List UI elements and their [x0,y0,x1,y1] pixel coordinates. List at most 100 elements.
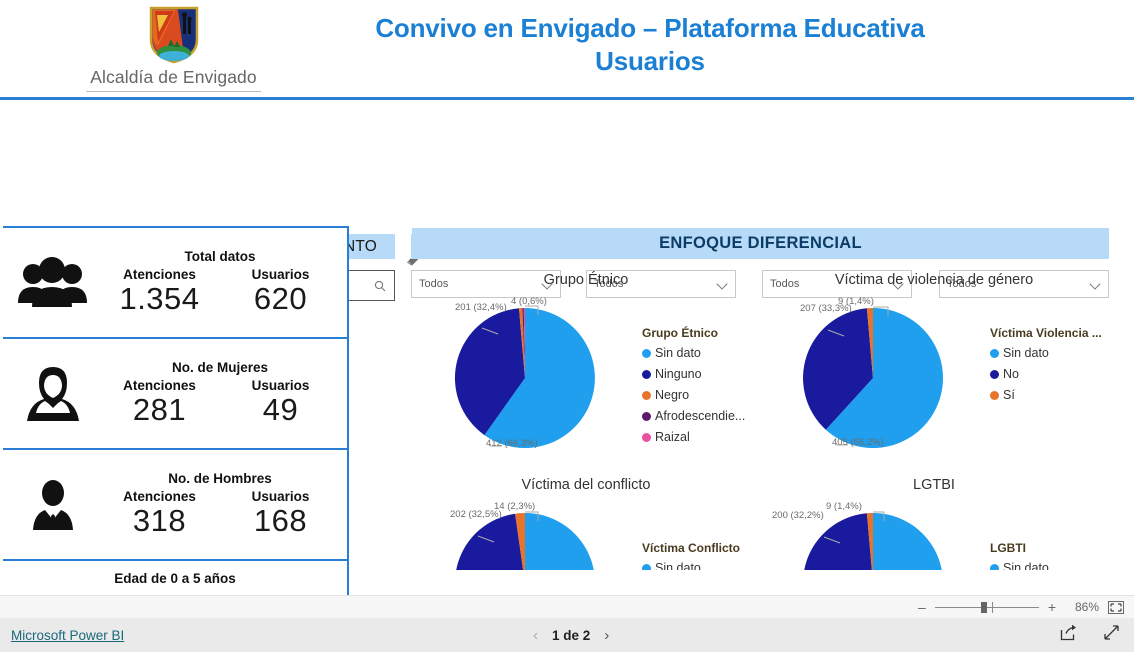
legend-item[interactable]: Raizal [642,430,754,444]
zoom-slider-thumb[interactable] [980,602,987,613]
chart-legend: LGBTI Sin dato [990,541,1102,570]
kpi-title: No. de Mujeres [171,359,269,375]
legend-item[interactable]: Negro [642,388,754,402]
zoom-toolbar: – + 86% [0,595,1134,618]
pie-chart-svg[interactable] [430,298,620,458]
legend-color-swatch [990,348,999,358]
kpi-metric-label: Usuarios [251,488,310,504]
page-navigation: ‹ 1 de 2 › [533,627,609,644]
search-icon [374,280,386,292]
legend-item[interactable]: No [990,367,1102,381]
kpi-card-hombres[interactable]: No. de Hombres Atenciones 318 Usuarios 1… [3,448,347,559]
page-title: Convivo en Envigado – Plataforma Educati… [300,12,1000,79]
alcaldia-logo: Alcaldía de Envigado [86,6,261,94]
legend-item[interactable]: Sí [990,388,1102,402]
legend-color-swatch [990,563,999,570]
fullscreen-icon[interactable] [1103,624,1120,646]
legend-label: Raizal [655,430,690,444]
kpi-body: Total datos Atenciones 1.354 Usuarios 62… [99,249,347,317]
legend-color-swatch [990,369,999,379]
kpi-metric-value: 318 [132,502,187,538]
page-indicator: 1 de 2 [552,627,591,643]
pie-area: 207 (33,3%) 9 (1,4%) 405 (65,2%) Víctima… [760,288,1108,456]
report-header: Alcaldía de Envigado Convivo en Envigado… [0,0,1134,100]
share-icon[interactable] [1060,624,1077,646]
kpi-metric-atenciones: Atenciones 281 [99,378,220,428]
data-label-no: 200 (32,2%) [772,510,824,521]
chart-lgtbi[interactable]: LGTBI 200 (32,2%) 9 (1,4%) LGBTI Sin dat… [760,470,1108,570]
kpi-metric-usuarios: Usuarios 168 [220,489,341,539]
legend-label: Ninguno [655,367,702,381]
data-label-sin-dato: 412 (66,3%) [486,438,538,449]
data-label-ninguno: 201 (32,4%) [455,302,507,313]
kpi-metric-label: Atenciones [123,488,196,504]
legend-item[interactable]: Sin dato [990,561,1102,570]
chart-grid: Grupo Étnico 201 (32,4%) 4 (0,6%) 412 (6… [412,265,1109,570]
kpi-body: No. de Hombres Atenciones 318 Usuarios 1… [99,471,347,539]
zoom-slider-tick [991,602,993,613]
legend-title: Víctima Conflicto [642,541,741,555]
legend-item[interactable]: Sin dato [642,561,754,570]
data-label-si: 9 (1,4%) [838,296,874,307]
kpi-card-panel[interactable]: Total datos Atenciones 1.354 Usuarios 62… [3,226,349,595]
chart-grupo-etnico[interactable]: Grupo Étnico 201 (32,4%) 4 (0,6%) 412 (6… [412,265,760,470]
chart-title: Víctima de violencia de género [834,272,1034,288]
chevron-right-icon[interactable]: › [604,627,609,644]
legend-label: Sin dato [655,346,701,360]
kpi-metric-label: Usuarios [251,266,310,282]
kpi-body: No. de Mujeres Atenciones 281 Usuarios 4… [99,360,347,428]
zoom-slider-track [934,607,1039,608]
coat-of-arms-icon [148,6,200,64]
chart-victima-conflicto[interactable]: Víctima del conflicto 202 (32,5%) 14 (2,… [412,470,760,570]
powerbi-report-viewer: Alcaldía de Envigado Convivo en Envigado… [0,0,1134,652]
chart-legend: Víctima Conflicto Sin dato [642,541,754,570]
legend-label: Negro [655,388,690,402]
page-title-line-1: Convivo en Envigado – Plataforma Educati… [375,13,925,43]
kpi-card-edad-0-5[interactable]: Edad de 0 a 5 años [3,559,347,595]
kpi-metric-atenciones: Atenciones 318 [99,489,220,539]
legend-color-swatch [642,369,651,379]
zoom-slider[interactable] [934,601,1039,613]
section-heading: ENFOQUE DIFERENCIAL [412,228,1109,259]
kpi-card-total-datos[interactable]: Total datos Atenciones 1.354 Usuarios 62… [3,226,347,337]
kpi-metric-label: Atenciones [123,377,196,393]
chart-title: LGTBI [913,477,955,493]
zoom-in-button[interactable]: + [1048,599,1056,615]
legend-item[interactable]: Afrodescendie... [642,409,754,423]
filter-bar: AÑO Todos NÚMERO DE DOCUMENTO Search [0,103,1134,301]
chart-legend: Víctima Violencia ... Sin dato No Sí [990,326,1102,409]
legend-item[interactable]: Sin dato [990,346,1102,360]
kpi-metric-value: 1.354 [119,280,200,316]
kpi-title: Edad de 0 a 5 años [114,571,236,586]
chart-victima-violencia-genero[interactable]: Víctima de violencia de género 207 (33,3… [760,265,1108,470]
legend-item[interactable]: Sin dato [642,346,754,360]
legend-item[interactable]: Ninguno [642,367,754,381]
kpi-card-mujeres[interactable]: No. de Mujeres Atenciones 281 Usuarios 4… [3,337,347,448]
kpi-metric-value: 620 [253,280,308,316]
pie-area: 201 (32,4%) 4 (0,6%) 412 (66,3%) Grupo É… [412,288,760,456]
legend-color-swatch [642,390,651,400]
kpi-title: Total datos [184,248,256,264]
data-label-si: 14 (2,3%) [494,501,536,512]
pie-chart-svg[interactable] [778,298,968,458]
legend-color-swatch [990,390,999,400]
kpi-metric-value: 168 [253,502,308,538]
page-title-line-2: Usuarios [595,46,705,77]
chart-title: Grupo Étnico [543,272,629,288]
kpi-metric-value: 49 [262,391,299,427]
fit-to-page-icon[interactable] [1108,600,1124,614]
legend-title: Víctima Violencia ... [990,326,1102,340]
legend-color-swatch [642,411,651,421]
group-people-icon [7,255,99,311]
powerbi-brand-link[interactable]: Microsoft Power BI [11,628,124,643]
kpi-metric-atenciones: Atenciones 1.354 [99,267,220,317]
pie-area: 202 (32,5%) 14 (2,3%) Víctima Conflicto … [412,493,760,570]
legend-title: Grupo Étnico [642,326,718,340]
zoom-out-button[interactable]: – [918,599,926,615]
enfoque-diferencial-panel: ENFOQUE DIFERENCIAL Grupo Étnico 201 (32… [412,228,1109,595]
chevron-left-icon[interactable]: ‹ [533,627,538,644]
chart-title: Víctima del conflicto [521,477,651,493]
legend-label: Sin dato [1003,561,1049,570]
kpi-metric-label: Atenciones [123,266,196,282]
zoom-level-label: 86% [1074,600,1099,614]
